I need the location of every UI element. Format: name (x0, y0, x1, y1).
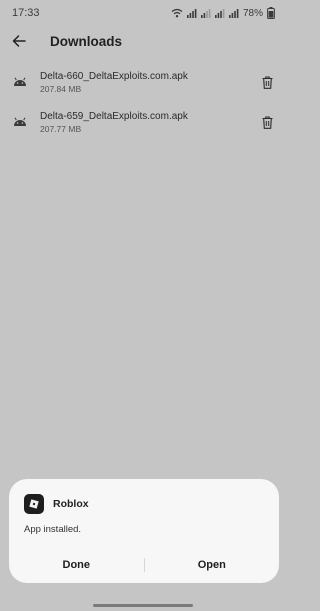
file-list: Delta-660_DeltaExploits.com.apk 207.84 M… (0, 62, 287, 142)
back-button[interactable] (0, 26, 38, 56)
signal-icon (228, 8, 239, 18)
delete-button[interactable] (247, 62, 287, 102)
signal-icon (214, 8, 225, 18)
dialog-message: App installed. (24, 524, 82, 535)
dialog-actions: Done Open (9, 555, 279, 575)
list-item[interactable]: Delta-659_DeltaExploits.com.apk 207.77 M… (0, 102, 287, 142)
trash-icon (262, 75, 272, 89)
android-icon (0, 77, 40, 87)
battery-percent: 78% (242, 7, 263, 19)
battery-icon (267, 7, 275, 19)
status-time: 17:33 (12, 7, 40, 19)
status-bar: 17:33 78% (0, 0, 287, 26)
trash-icon (262, 115, 272, 129)
arrow-left-icon (12, 35, 26, 47)
status-icons: 78% (171, 7, 275, 19)
android-icon (0, 117, 40, 127)
list-item[interactable]: Delta-660_DeltaExploits.com.apk 207.84 M… (0, 62, 287, 102)
dialog-header: Roblox (24, 494, 89, 514)
wifi-icon (171, 8, 183, 18)
signal-icon (200, 8, 211, 18)
page-title: Downloads (50, 33, 123, 49)
file-size: 207.84 MB (40, 83, 82, 94)
install-dialog: Roblox App installed. Done Open (9, 479, 279, 583)
done-button[interactable]: Done (9, 559, 144, 571)
roblox-icon (24, 494, 44, 514)
dialog-app-name: Roblox (53, 498, 89, 510)
open-button[interactable]: Open (145, 559, 280, 571)
home-indicator[interactable] (93, 604, 193, 607)
file-name: Delta-660_DeltaExploits.com.apk (40, 70, 188, 82)
delete-button[interactable] (247, 102, 287, 142)
app-bar: Downloads (0, 26, 287, 56)
file-name: Delta-659_DeltaExploits.com.apk (40, 110, 188, 122)
file-size: 207.77 MB (40, 123, 82, 134)
signal-icon (186, 8, 197, 18)
